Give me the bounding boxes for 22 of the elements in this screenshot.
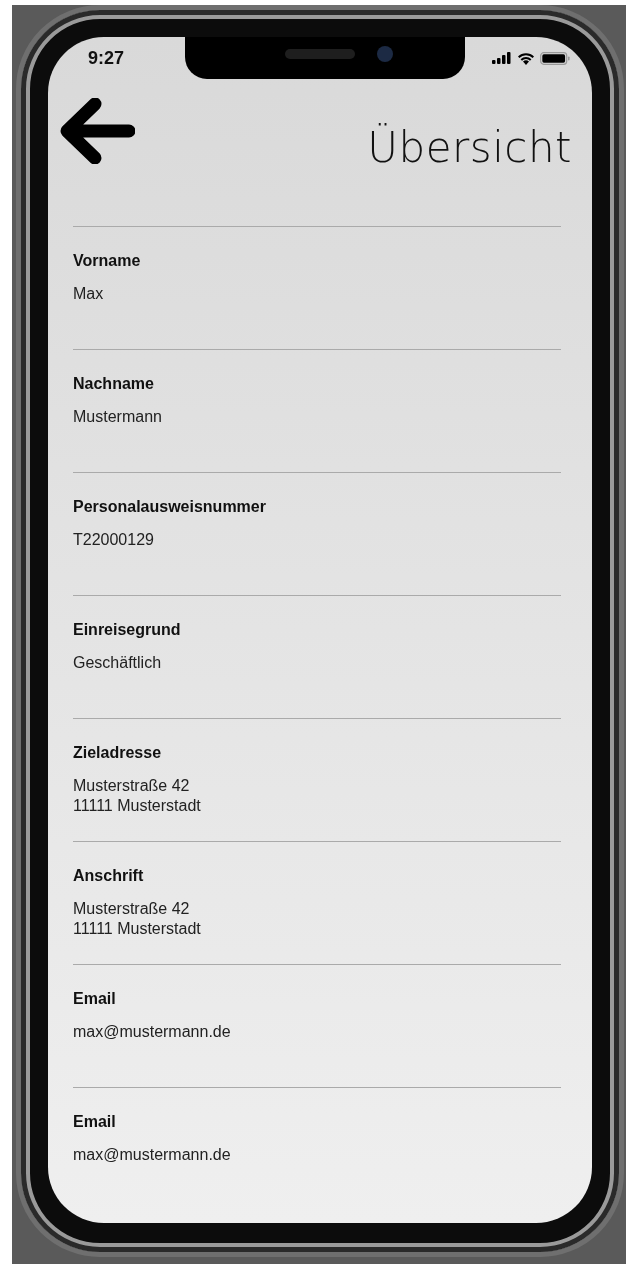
field-label: Nachname [73, 374, 155, 394]
field-value: Musterstraße 42 11111 Musterstadt [73, 776, 202, 816]
back-arrow-icon[interactable] [59, 98, 135, 164]
field-label: Email [73, 1112, 117, 1132]
field-value: max@mustermann.de [73, 1145, 232, 1165]
signal-icon [492, 52, 512, 64]
field-value: max@mustermann.de [73, 1022, 232, 1042]
status-time: 9:27 [88, 47, 125, 69]
field-label: Einreisegrund [73, 620, 182, 640]
field-value: Max [73, 284, 105, 304]
field-value: Musterstraße 42 11111 Musterstadt [73, 899, 202, 939]
field-label: Personalausweisnummer [73, 497, 267, 517]
page-title: Übersicht [367, 123, 572, 172]
field-label: Anschrift [73, 866, 145, 886]
field-value: Mustermann [73, 407, 163, 427]
field-label: Email [73, 989, 117, 1009]
wifi-icon [517, 51, 535, 65]
field-value: Geschäftlich [73, 653, 163, 673]
field-value: T22000129 [73, 530, 155, 550]
battery-icon [540, 51, 570, 65]
field-label: Zieladresse [73, 743, 163, 763]
field-label: Vorname [73, 251, 142, 271]
